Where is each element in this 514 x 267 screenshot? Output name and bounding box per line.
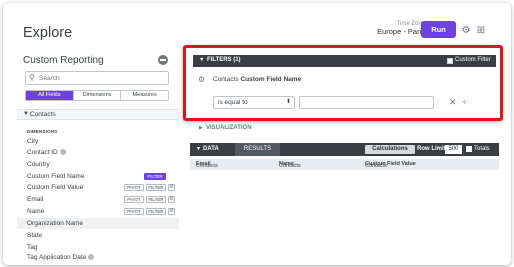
- field-city[interactable]: City: [27, 137, 38, 147]
- field-state[interactable]: State: [27, 231, 42, 241]
- field-search: ⚲: [25, 71, 169, 85]
- chevron-down-icon[interactable]: ▼: [196, 146, 201, 152]
- field-email[interactable]: Email: [27, 195, 43, 205]
- field-tag-application-date[interactable]: Tag Application Date: [27, 253, 95, 263]
- run-button[interactable]: Run: [421, 21, 456, 38]
- field-custom-field-value[interactable]: Custom Field Value: [27, 183, 83, 193]
- field-country[interactable]: Country: [27, 160, 50, 170]
- highlight-annotation: [183, 45, 503, 121]
- filter-button[interactable]: FILTER: [146, 184, 166, 191]
- view-contacts[interactable]: ▼ Contacts: [17, 109, 179, 120]
- totals-label: Totals: [474, 146, 490, 152]
- pivot-button[interactable]: PIVOT: [124, 208, 144, 215]
- explore-window: Explore Time Zone Europe - Paris Run ⚙ ⊞…: [3, 3, 511, 265]
- pivot-button[interactable]: PIVOT: [124, 184, 144, 191]
- search-input[interactable]: [39, 73, 159, 83]
- info-icon[interactable]: [59, 149, 66, 156]
- field-custom-field-name[interactable]: Custom Field Name: [27, 172, 84, 182]
- results-column-headers: Contacts Email Contacts Name Contacts Cu…: [190, 159, 499, 170]
- totals-checkbox[interactable]: [466, 146, 472, 152]
- tab-measures[interactable]: Measures: [121, 91, 168, 100]
- dimensions-group-label: DIMENSIONS: [27, 129, 58, 134]
- field-picker-sidebar: Custom Reporting ⚲ All Fields Dimensions…: [17, 48, 179, 265]
- visualization-title: VISUALIZATION: [206, 125, 252, 131]
- field-options-icon[interactable]: ⚙: [168, 196, 175, 203]
- search-icon: ⚲: [29, 73, 35, 82]
- calculations-button[interactable]: Calculations: [365, 145, 415, 154]
- column-header[interactable]: Contacts Email: [196, 161, 218, 169]
- filter-button[interactable]: FILTER: [146, 208, 166, 215]
- field-options-icon[interactable]: ⚙: [168, 184, 175, 191]
- field-name[interactable]: Name: [27, 207, 44, 217]
- page-title: Explore: [23, 25, 73, 41]
- collapse-sidebar-icon[interactable]: [158, 55, 168, 65]
- gear-icon[interactable]: ⚙: [460, 25, 472, 37]
- field-tag[interactable]: Tag: [27, 243, 37, 253]
- filter-button[interactable]: FILTER: [146, 196, 166, 203]
- row-limit-label: Row Limit: [417, 146, 446, 152]
- data-header: ▼ DATA RESULTS Calculations Row Limit 50…: [190, 143, 499, 156]
- info-icon[interactable]: [88, 254, 95, 261]
- field-options-icon[interactable]: ⚙: [168, 208, 175, 215]
- tab-results[interactable]: RESULTS: [235, 143, 280, 156]
- field-contact-id[interactable]: Contact ID: [27, 148, 66, 158]
- chevron-right-icon: ▶: [199, 125, 203, 131]
- timezone-value: Europe - Paris: [377, 26, 425, 36]
- grid-icon[interactable]: ⊞: [475, 25, 487, 37]
- row-limit-input[interactable]: 500: [445, 145, 462, 154]
- model-title: Custom Reporting: [23, 55, 104, 66]
- visualization-section[interactable]: ▶ VISUALIZATION: [193, 124, 496, 135]
- view-label: Contacts: [30, 111, 56, 118]
- column-header[interactable]: Contacts Name: [279, 161, 301, 169]
- data-title[interactable]: DATA: [203, 146, 219, 152]
- chevron-down-icon: ▼: [23, 111, 29, 117]
- column-header[interactable]: Contacts Custom Field Value: [365, 161, 416, 169]
- filter-button[interactable]: FILTER: [144, 173, 166, 180]
- field-organization-name[interactable]: Organization Name: [27, 219, 83, 229]
- field-type-tabs: All Fields Dimensions Measures: [25, 90, 169, 101]
- timezone-selector[interactable]: Time Zone Europe - Paris: [377, 21, 425, 36]
- pivot-button[interactable]: PIVOT: [124, 196, 144, 203]
- tab-all-fields[interactable]: All Fields: [26, 91, 74, 100]
- tab-dimensions[interactable]: Dimensions: [74, 91, 122, 100]
